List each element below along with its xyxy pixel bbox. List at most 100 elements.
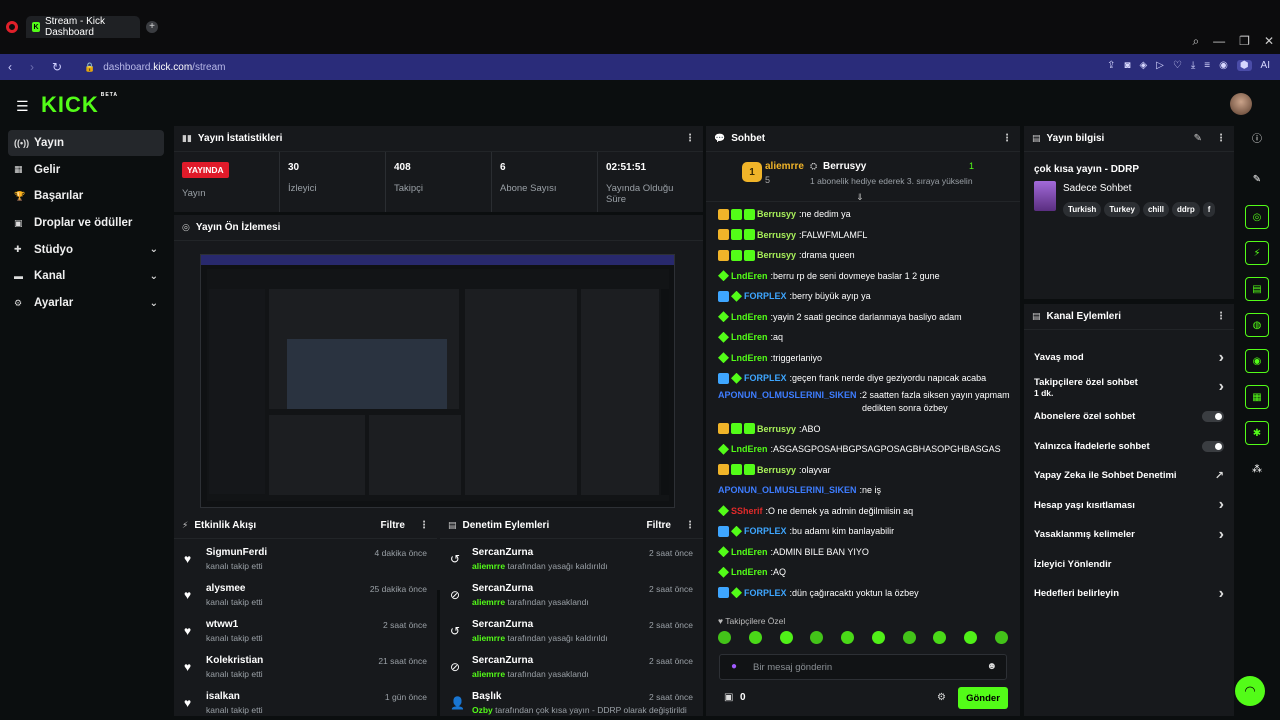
pencil-icon[interactable]: ✎ <box>1245 167 1269 191</box>
user-avatar[interactable] <box>1230 93 1252 115</box>
channel-action-item[interactable]: Yavaş mod › <box>1024 343 1234 373</box>
more-menu-icon[interactable]: ⋮ <box>1002 133 1012 144</box>
reload-button[interactable]: ↻ <box>52 60 74 74</box>
emote-icon[interactable] <box>779 631 793 644</box>
profile-icon[interactable]: ◉ <box>1219 60 1228 71</box>
camera-icon[interactable]: ◙ <box>1124 60 1130 71</box>
chat-username[interactable]: SSherif <box>731 506 763 516</box>
forward-button[interactable]: › <box>30 60 52 74</box>
chat-username[interactable]: LndEren <box>731 444 768 454</box>
note-icon[interactable]: ▤ <box>1245 277 1269 301</box>
wrench-icon[interactable]: ✱ <box>1245 421 1269 445</box>
channel-action-item[interactable]: Yasaklanmış kelimeler › <box>1024 520 1234 550</box>
sidebar-item-studyo[interactable]: ✚ Stüdyo ⌄ <box>8 237 164 263</box>
chat-username[interactable]: FORPLEX <box>744 291 787 301</box>
heart-icon[interactable]: ♡ <box>1173 60 1182 71</box>
tag[interactable]: f <box>1202 202 1216 217</box>
close-window-button[interactable]: ✕ <box>1264 34 1274 49</box>
chevron-down-icon[interactable]: ⇓ <box>856 192 864 203</box>
emote-icon[interactable] <box>718 631 731 644</box>
chat-username[interactable]: Berrusyy <box>757 250 796 260</box>
category-thumbnail[interactable] <box>1034 181 1056 211</box>
share-icon[interactable]: ⇪ <box>1107 60 1115 71</box>
restore-button[interactable]: ❐ <box>1239 34 1250 49</box>
chat-username[interactable]: APONUN_OLMUSLERINI_SIKEN <box>718 389 857 402</box>
sidebar-item-basarilar[interactable]: 🏆 Başarılar <box>8 183 164 209</box>
tag[interactable]: ddrp <box>1171 202 1200 217</box>
chat-input[interactable]: ● Bir mesaj gönderin ☻ <box>719 654 1007 680</box>
leaderboard-user[interactable]: aliemrre <box>765 161 804 172</box>
sidebar-item-kanal[interactable]: ▬ Kanal ⌄ <box>8 263 164 289</box>
chat-username[interactable]: APONUN_OLMUSLERINI_SIKEN <box>718 485 857 495</box>
send-button[interactable]: Gönder <box>958 687 1008 709</box>
tag[interactable]: Turkey <box>1104 202 1140 217</box>
extension-icon[interactable]: ⬢ <box>1236 60 1252 71</box>
chat-username[interactable]: Berrusyy <box>757 230 796 240</box>
integrations-icon[interactable]: ⁂ <box>1245 457 1269 481</box>
channel-action-item[interactable]: Hesap yaşı kısıtlaması › <box>1024 491 1234 521</box>
chat-username[interactable]: FORPLEX <box>744 588 787 598</box>
channel-action-item[interactable]: Abonelere özel sohbet <box>1024 402 1234 432</box>
emote-icon[interactable] <box>933 631 947 644</box>
download-icon[interactable]: ⤓ <box>1191 60 1195 71</box>
stream-preview-video[interactable] <box>200 254 675 508</box>
sidebar-item-gelir[interactable]: ▦ Gelir <box>8 157 164 183</box>
lightning-icon[interactable]: ⚡ <box>1245 241 1269 265</box>
sidebar-item-yayin[interactable]: ((•)) Yayın <box>8 130 164 156</box>
chat-username[interactable]: FORPLEX <box>744 373 787 383</box>
sidebar-item-droplar[interactable]: ▣ Droplar ve ödüller <box>8 210 164 236</box>
chat-bubble-icon[interactable]: ◍ <box>1245 313 1269 337</box>
chat-username[interactable]: LndEren <box>731 312 768 322</box>
filter-button[interactable]: Filtre <box>381 520 405 531</box>
tag[interactable]: chill <box>1142 202 1169 217</box>
channel-action-item[interactable]: Yalnızca İfadelerle sohbet <box>1024 432 1234 462</box>
channel-action-item[interactable]: Hedefleri belirleyin › <box>1024 579 1234 609</box>
chat-username[interactable]: LndEren <box>731 567 768 577</box>
chat-username[interactable]: Berrusyy <box>757 424 796 434</box>
points-icon[interactable]: ▣ <box>724 692 733 703</box>
chat-username[interactable]: FORPLEX <box>744 526 787 536</box>
chat-username[interactable]: LndEren <box>731 547 768 557</box>
more-menu-icon[interactable]: ⋮ <box>685 520 695 531</box>
more-menu-icon[interactable]: ⋮ <box>1216 133 1226 144</box>
category-name[interactable]: Sadece Sohbet <box>1063 183 1131 194</box>
emote-icon[interactable] <box>748 631 762 644</box>
send-icon[interactable]: ▷ <box>1156 60 1164 71</box>
hamburger-menu-icon[interactable]: ☰ <box>16 98 29 115</box>
channel-action-item[interactable]: Takipçilere özel sohbet 1 dk. › <box>1024 373 1234 403</box>
emote-icon[interactable] <box>902 631 916 644</box>
more-menu-icon[interactable]: ⋮ <box>685 133 695 144</box>
info-icon[interactable]: ⓘ <box>1245 125 1269 149</box>
chat-username[interactable]: Berrusyy <box>757 209 796 219</box>
chat-username[interactable]: LndEren <box>731 271 768 281</box>
back-button[interactable]: ‹ <box>8 60 30 74</box>
chat-username[interactable]: Berrusyy <box>757 465 796 475</box>
chat-username[interactable]: LndEren <box>731 332 768 342</box>
gifter-name[interactable]: Berrusyy <box>823 161 866 172</box>
more-menu-icon[interactable]: ⋮ <box>419 520 429 531</box>
chat-settings-icon[interactable]: ⚙ <box>937 692 946 703</box>
toggle-switch[interactable] <box>1202 440 1224 452</box>
new-tab-button[interactable]: + <box>146 21 158 33</box>
channel-action-item[interactable]: İzleyici Yönlendir <box>1024 550 1234 580</box>
channel-action-item[interactable]: Yapay Zeka ile Sohbet Denetimi ↗ <box>1024 461 1234 491</box>
browser-tab[interactable]: K Stream - Kick Dashboard <box>26 16 140 38</box>
toggle-switch[interactable] <box>1202 411 1224 423</box>
chat-username[interactable]: LndEren <box>731 353 768 363</box>
shield-icon[interactable]: ◈ <box>1139 60 1147 71</box>
url-field[interactable]: 🔒 dashboard.kick.com/stream <box>84 62 226 73</box>
emote-icon[interactable] <box>841 631 855 644</box>
filter-button[interactable]: Filtre <box>647 520 671 531</box>
capture-icon[interactable]: ◎ <box>1245 205 1269 229</box>
search-tabs-icon[interactable]: ⌕ <box>1192 34 1199 49</box>
support-chat-button[interactable]: ◠ <box>1235 676 1265 706</box>
emoji-icon[interactable]: ☻ <box>986 661 997 672</box>
emote-icon[interactable] <box>810 631 824 644</box>
microphone-icon[interactable]: ● <box>731 661 737 672</box>
tag[interactable]: Turkish <box>1063 202 1102 217</box>
menu-icon[interactable]: ≡ <box>1204 60 1210 71</box>
edit-icon[interactable]: ✎ <box>1194 133 1202 144</box>
kick-logo[interactable]: KICK BETA <box>41 92 118 118</box>
opera-logo-icon[interactable] <box>6 21 18 33</box>
emote-icon[interactable] <box>964 631 978 644</box>
